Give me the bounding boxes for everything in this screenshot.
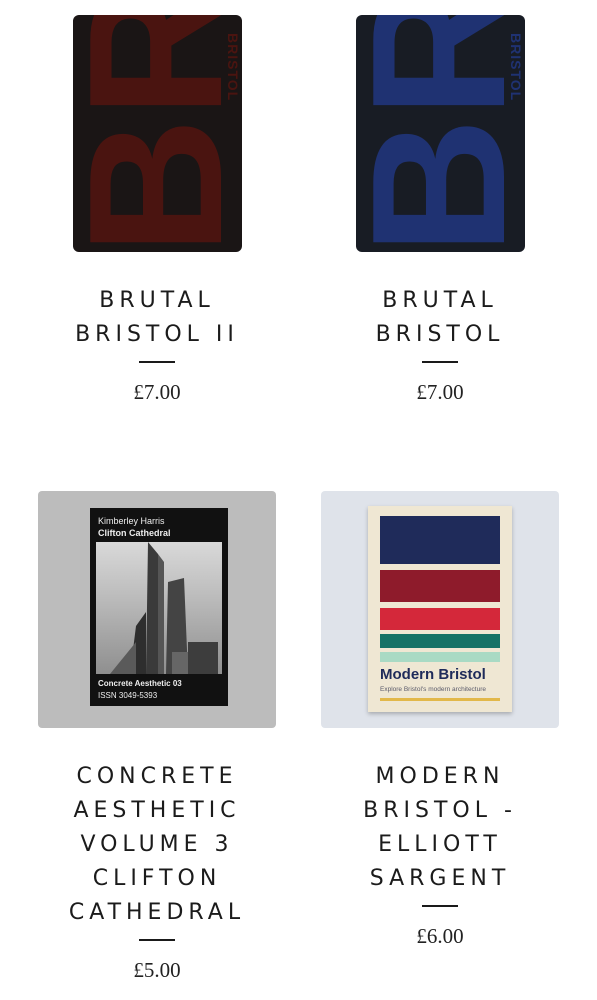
cover-author: Kimberley Harris — [98, 516, 165, 526]
divider — [422, 905, 458, 907]
cover-subtitle: Explore Bristol's modern architecture — [380, 686, 487, 693]
cover-stripe — [380, 652, 500, 662]
divider — [139, 361, 175, 363]
cover-small-text: BRISTOL — [225, 33, 241, 102]
cover-photo — [96, 542, 222, 674]
cover-small-text: BRISTOL — [508, 33, 524, 102]
product-price: £7.00 — [416, 380, 464, 404]
cover-stripe — [380, 516, 500, 564]
cover-title: Modern Bristol — [380, 666, 486, 683]
product-price: £7.00 — [133, 380, 181, 404]
cathedral-illustration — [110, 542, 218, 674]
product-image[interactable]: Kimberley Harris Clifton Cathedral Concr… — [38, 491, 276, 728]
book-cover: Kimberley Harris Clifton Cathedral Concr… — [90, 508, 228, 706]
divider — [422, 361, 458, 363]
book-cover: Modern Bristol Explore Bristol's modern … — [368, 506, 512, 712]
product-title[interactable]: CONCRETE AESTHETIC VOLUME 3 CLIFTON CATH… — [7, 760, 307, 930]
product-price: £6.00 — [416, 924, 464, 948]
product-image[interactable]: Modern Bristol Explore Bristol's modern … — [321, 491, 559, 728]
product-price: £5.00 — [133, 958, 181, 982]
product-title[interactable]: BRUTAL BRISTOL II — [7, 284, 307, 352]
cover-series: Concrete Aesthetic 03 — [98, 679, 182, 688]
product-image[interactable]: BRUTAL BRISTOL — [73, 15, 242, 252]
product-title[interactable]: BRUTAL BRISTOL — [290, 284, 590, 352]
product-title[interactable]: MODERN BRISTOL - ELLIOTT SARGENT — [290, 760, 590, 896]
cover-underline — [380, 698, 500, 701]
cover-issn: ISSN 3049-5393 — [98, 691, 158, 700]
cover-big-text: BRUTAL — [73, 15, 242, 252]
product-image[interactable]: BRUTAL BRISTOL — [356, 15, 525, 252]
divider — [139, 939, 175, 941]
cover-big-text: BRUTAL — [356, 15, 525, 252]
cover-stripe — [380, 634, 500, 648]
cover-stripe — [380, 570, 500, 602]
cover-stripe — [380, 608, 500, 630]
cover-subject: Clifton Cathedral — [98, 528, 171, 538]
